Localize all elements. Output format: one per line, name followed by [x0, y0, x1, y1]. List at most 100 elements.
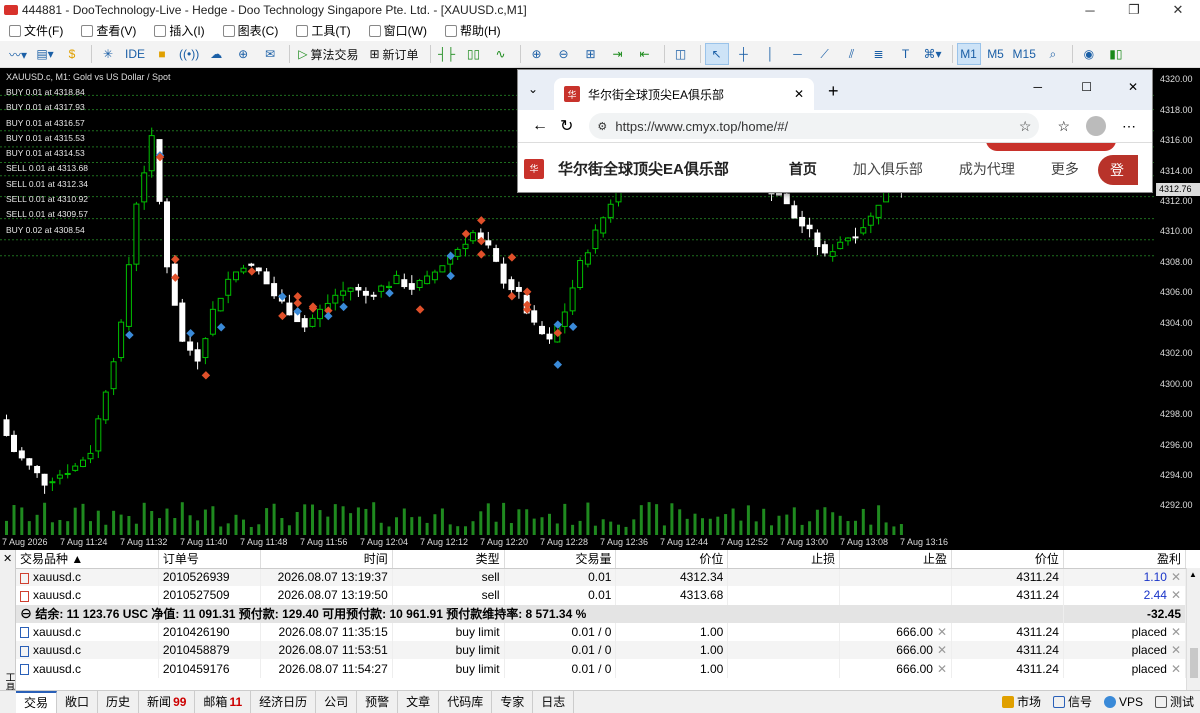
status-signals[interactable]: 信号 — [1052, 693, 1092, 710]
signals-icon[interactable]: ((•)) — [177, 43, 201, 65]
col-sl[interactable]: 止损 — [727, 550, 841, 569]
trendline-icon[interactable]: ⟋ — [813, 43, 837, 65]
site-promo-banner[interactable] — [986, 143, 1116, 151]
col-profit[interactable]: 盈利 — [1063, 550, 1187, 569]
autoscroll-icon[interactable]: ⇥ — [606, 43, 630, 65]
cell-tp[interactable] — [839, 586, 953, 605]
browser-maximize-icon[interactable]: ☐ — [1081, 80, 1092, 94]
close-position-icon[interactable]: ✕ — [1171, 570, 1181, 584]
back-icon[interactable]: ← — [532, 117, 548, 135]
text-icon[interactable]: T — [894, 43, 918, 65]
line-chart-icon[interactable]: 〰▾ — [6, 43, 30, 65]
algo-wizard-icon[interactable]: ✳ — [96, 43, 120, 65]
tab-experts[interactable]: 专家 — [492, 690, 534, 713]
col-symbol[interactable]: 交易品种 ▲ — [16, 550, 159, 569]
mail-icon[interactable]: ✉ — [258, 43, 282, 65]
login-button[interactable]: 登 — [1098, 155, 1138, 185]
menu-tools[interactable]: 工具(T) — [287, 22, 359, 39]
menu-file[interactable]: 文件(F) — [0, 22, 72, 39]
cell-sl[interactable] — [727, 622, 841, 642]
table-row[interactable]: xauusd.c 2010458879 2026.08.07 11:53:51 … — [16, 641, 1187, 660]
market-bag-icon[interactable]: ■ — [150, 43, 174, 65]
remove-tp-icon[interactable]: ✕ — [937, 662, 947, 676]
scrollbar-thumb[interactable] — [1190, 648, 1198, 678]
search-icon[interactable]: ⌕ — [1041, 43, 1065, 65]
status-market[interactable]: 市场 — [1001, 693, 1041, 710]
fibonacci-icon[interactable]: ≣ — [867, 43, 891, 65]
panel-close-icon[interactable]: ✕ — [3, 552, 12, 565]
site-nav-join[interactable]: 加入俱乐部 — [853, 159, 923, 179]
ide-button[interactable]: IDE — [123, 43, 147, 65]
col-price[interactable]: 价位 — [615, 550, 729, 569]
cell-tp[interactable]: 666.00 — [896, 662, 933, 676]
tab-articles[interactable]: 文章 — [398, 690, 440, 713]
menu-window[interactable]: 窗口(W) — [360, 22, 436, 39]
site-nav-agent[interactable]: 成为代理 — [959, 159, 1015, 179]
tab-mailbox[interactable]: 邮箱 11 — [195, 690, 252, 713]
web-icon[interactable]: ⊕ — [231, 43, 255, 65]
remove-tp-icon[interactable]: ✕ — [937, 625, 947, 639]
screenshot-icon[interactable]: ◫ — [669, 43, 693, 65]
menu-view[interactable]: 查看(V) — [72, 22, 145, 39]
tab-list-icon[interactable]: ⌄ — [528, 82, 538, 96]
channel-icon[interactable]: ⫽ — [840, 43, 864, 65]
cell-sl[interactable] — [727, 659, 841, 678]
bar-chart-icon[interactable]: ┤├ — [435, 43, 459, 65]
timeframe-m1[interactable]: M1 — [956, 43, 981, 65]
close-button[interactable]: ✕ — [1156, 0, 1200, 20]
site-info-icon[interactable]: ⚙ — [597, 120, 607, 133]
vertical-line-icon[interactable]: │ — [759, 43, 783, 65]
chart-template-icon[interactable]: ▤▾ — [33, 43, 57, 65]
coin-icon[interactable]: $ — [60, 43, 84, 65]
tab-company[interactable]: 公司 — [316, 690, 358, 713]
chart-shift-icon[interactable]: ⇤ — [633, 43, 657, 65]
col-volume[interactable]: 交易量 — [504, 550, 617, 569]
candlestick-icon[interactable]: ▯▯ — [462, 43, 486, 65]
cursor-icon[interactable]: ↖ — [704, 43, 729, 65]
reload-icon[interactable]: ↻ — [560, 116, 573, 136]
status-tester[interactable]: 测试 — [1154, 693, 1194, 710]
menu-insert[interactable]: 插入(I) — [145, 22, 213, 39]
favorite-star-icon[interactable]: ☆ — [1019, 118, 1032, 135]
timeframe-m5[interactable]: M5 — [984, 43, 1008, 65]
tab-calendar[interactable]: 经济日历 — [251, 690, 317, 713]
browser-tab[interactable]: 华 华尔街全球顶尖EA俱乐部 ✕ — [554, 78, 814, 110]
cancel-order-icon[interactable]: ✕ — [1171, 662, 1181, 676]
browser-minimize-icon[interactable]: ─ — [1033, 80, 1042, 94]
horizontal-line-icon[interactable]: ─ — [786, 43, 810, 65]
close-position-icon[interactable]: ✕ — [1171, 588, 1181, 602]
crosshair-icon[interactable]: ┼ — [732, 43, 756, 65]
table-row[interactable]: xauusd.c 2010459176 2026.08.07 11:54:27 … — [16, 659, 1187, 678]
cell-sl[interactable] — [727, 586, 841, 605]
cell-tp[interactable]: 666.00 — [896, 643, 933, 657]
menu-charts[interactable]: 图表(C) — [214, 22, 288, 39]
shapes-icon[interactable]: ⌘▾ — [921, 43, 945, 65]
table-row[interactable]: xauusd.c 2010527509 2026.08.07 13:19:50 … — [16, 586, 1187, 605]
account-icon[interactable]: ◉ — [1077, 43, 1101, 65]
col-current-price[interactable]: 价位 — [951, 550, 1064, 569]
cell-sl[interactable] — [727, 641, 841, 660]
tab-close-icon[interactable]: ✕ — [794, 87, 804, 101]
browser-close-icon[interactable]: ✕ — [1128, 80, 1138, 94]
col-tp[interactable]: 止盈 — [839, 550, 953, 569]
restore-button[interactable]: ❐ — [1112, 0, 1156, 20]
more-menu-icon[interactable]: ⋯ — [1122, 118, 1136, 135]
collapse-icon[interactable]: ⊖ — [20, 607, 35, 621]
favorites-icon[interactable]: ☆ — [1057, 118, 1070, 135]
tab-news[interactable]: 新闻 99 — [139, 690, 196, 713]
table-row[interactable]: xauusd.c 2010526939 2026.08.07 13:19:37 … — [16, 568, 1187, 587]
tab-alerts[interactable]: 预警 — [357, 690, 399, 713]
new-order-button[interactable]: ⊞ 新订单 — [365, 43, 422, 65]
tab-history[interactable]: 历史 — [98, 690, 140, 713]
cell-tp[interactable]: 666.00 — [896, 625, 933, 639]
site-nav-home[interactable]: 首页 — [789, 159, 817, 179]
tab-trade[interactable]: 交易 — [16, 690, 58, 713]
cell-sl[interactable] — [727, 568, 841, 587]
cancel-order-icon[interactable]: ✕ — [1171, 643, 1181, 657]
col-type[interactable]: 类型 — [392, 550, 505, 569]
algo-trading-button[interactable]: ▷ 算法交易 — [294, 43, 362, 65]
timeframe-m15[interactable]: M15 — [1011, 43, 1038, 65]
grid-icon[interactable]: ⊞ — [579, 43, 603, 65]
table-row[interactable]: xauusd.c 2010426190 2026.08.07 11:35:15 … — [16, 622, 1187, 642]
vertical-scrollbar[interactable]: ▲ — [1186, 568, 1200, 690]
